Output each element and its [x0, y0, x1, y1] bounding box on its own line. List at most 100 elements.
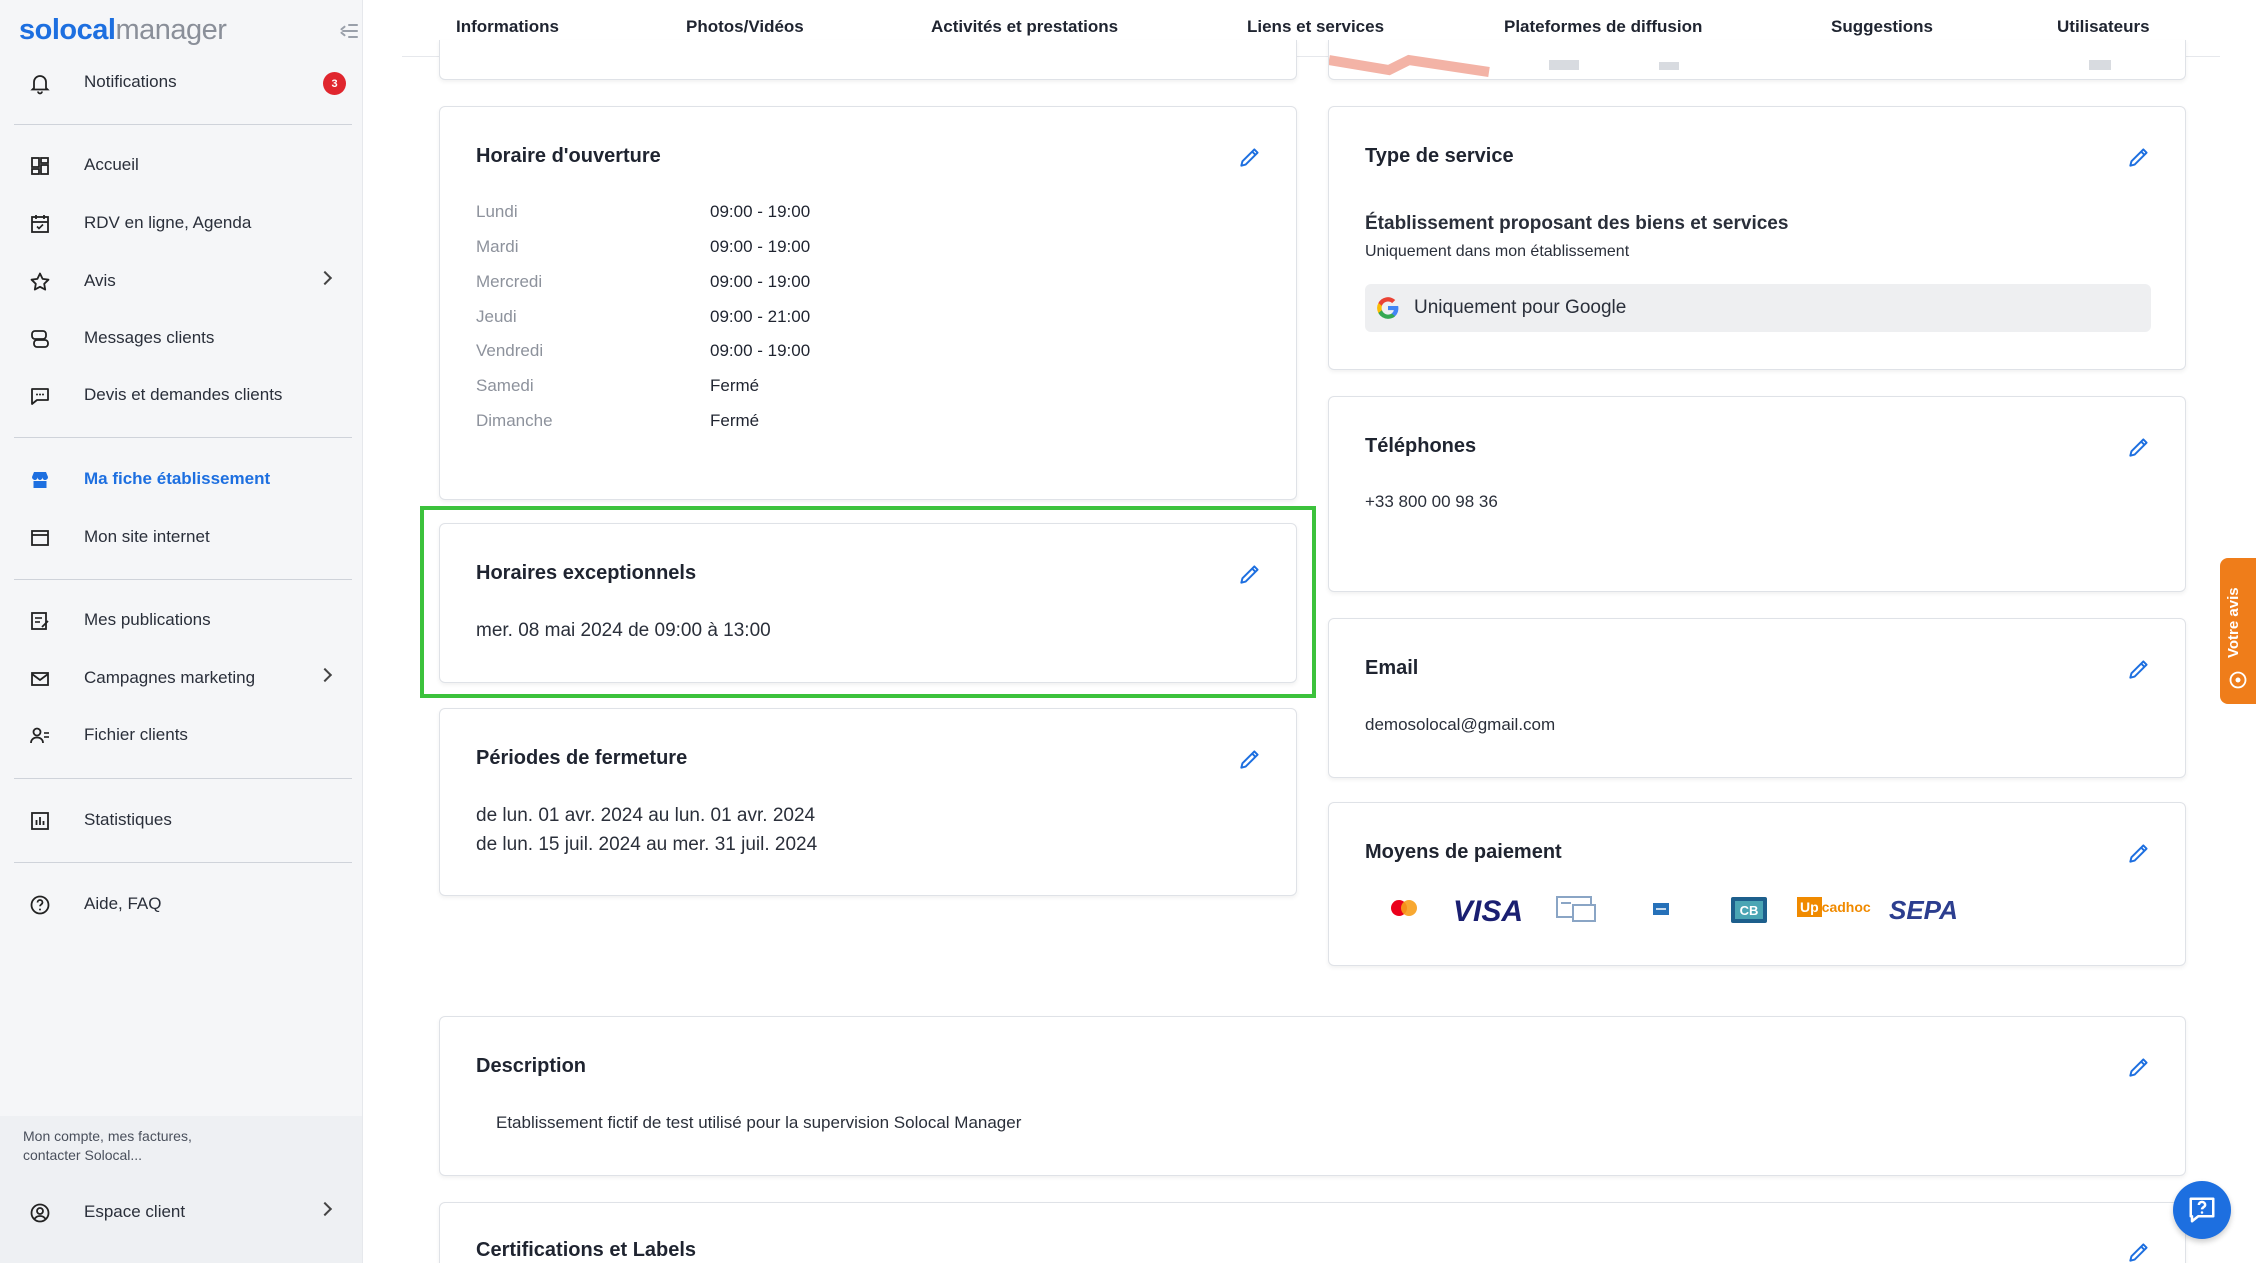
edit-pencil-icon[interactable] — [2126, 1054, 2152, 1080]
description-text: Etablissement fictif de test utilisé pou… — [496, 1113, 1022, 1132]
sidebar-item-messages[interactable]: Messages clients — [14, 316, 352, 360]
sidebar-item-aide[interactable]: Aide, FAQ — [14, 882, 352, 926]
email-title: Email — [1365, 657, 1419, 679]
card-above-left — [439, 40, 1297, 80]
day-label: Mardi — [476, 237, 519, 256]
publication-icon — [31, 612, 49, 630]
google-only-text: Uniquement pour Google — [1414, 297, 1627, 318]
description-title: Description — [476, 1055, 587, 1077]
day-hours: Fermé — [710, 376, 760, 395]
cadhoc-label: cadhoc — [1821, 899, 1871, 915]
tab-activites-prestations[interactable]: Activités et prestations — [931, 17, 1118, 37]
day-hours: 09:00 - 19:00 — [710, 272, 811, 291]
closing-periods-card: Périodes de fermeture de lun. 01 avr. 20… — [439, 708, 1297, 896]
edit-pencil-icon[interactable] — [2126, 144, 2152, 170]
closing-period-entry: de lun. 01 avr. 2024 au lun. 01 avr. 202… — [476, 805, 816, 826]
service-type-card: Type de service Établissement proposant … — [1328, 106, 2186, 370]
day-hours: 09:00 - 21:00 — [710, 307, 811, 326]
divider — [14, 778, 352, 779]
sidebar-item-ma-fiche[interactable]: Ma fiche établissement — [14, 457, 352, 501]
user-circle-icon — [30, 1203, 50, 1223]
description-card: Description Etablissement fictif de test… — [439, 1016, 2186, 1176]
payment-title: Moyens de paiement — [1365, 841, 1562, 863]
service-type-heading: Établissement proposant des biens et ser… — [1365, 213, 1789, 234]
cb-icon: CB — [1731, 897, 1767, 923]
opening-hours-card: Horaire d'ouverture Lundi 09:00 - 19:00 … — [439, 106, 1297, 500]
day-label: Mercredi — [476, 272, 543, 291]
edit-pencil-icon[interactable] — [1237, 144, 1263, 170]
sidebar-item-label: Espace client — [84, 1202, 186, 1221]
sidebar-item-label: Messages clients — [84, 328, 215, 347]
tab-plateformes-diffusion[interactable]: Plateformes de diffusion — [1504, 17, 1702, 37]
contacts-icon — [30, 727, 49, 744]
sidebar-item-label: Devis et demandes clients — [84, 385, 283, 404]
day-hours: 09:00 - 19:00 — [710, 202, 811, 221]
phones-title: Téléphones — [1365, 435, 1477, 457]
visa-icon: VISA — [1453, 895, 1524, 928]
highlight-box — [420, 506, 1316, 698]
star-icon — [30, 272, 50, 291]
cb-label: CB — [1740, 903, 1759, 918]
service-type-title: Type de service — [1365, 145, 1514, 167]
stats-icon — [31, 812, 49, 830]
payment-card: Moyens de paiement VISA CB Up cadhoc SEPA — [1328, 802, 2186, 966]
amex-icon — [1653, 903, 1669, 915]
divider — [14, 862, 352, 863]
website-icon — [31, 530, 49, 546]
email-card: Email demosolocal@gmail.com — [1328, 618, 2186, 778]
sidebar-item-avis[interactable]: Avis — [14, 259, 352, 303]
solocal-logo[interactable]: solocalmanager — [19, 14, 227, 47]
feedback-label: Votre avis — [2225, 587, 2242, 658]
service-type-sub: Uniquement dans mon établissement — [1365, 243, 1630, 260]
tab-informations[interactable]: Informations — [456, 17, 559, 37]
collapse-sidebar-icon[interactable] — [340, 24, 358, 40]
notification-count-badge: 3 — [323, 72, 346, 95]
sepa-icon: SEPA — [1889, 895, 1958, 925]
sidebar-item-publications[interactable]: Mes publications — [14, 598, 352, 642]
tab-suggestions[interactable]: Suggestions — [1831, 17, 1933, 37]
sidebar-item-site-internet[interactable]: Mon site internet — [14, 515, 352, 559]
calendar-icon — [31, 215, 49, 233]
edit-pencil-icon[interactable] — [2126, 840, 2152, 866]
day-label: Samedi — [476, 376, 534, 395]
sidebar-item-fichier-clients[interactable]: Fichier clients — [14, 713, 352, 757]
google-icon — [1377, 297, 1399, 319]
day-label: Vendredi — [476, 341, 544, 360]
sidebar-item-label: Accueil — [84, 155, 139, 174]
sidebar: solocalmanager Notifications 3 Accueil R… — [0, 0, 363, 1263]
help-chat-button[interactable] — [2173, 1181, 2231, 1239]
cheque-icon — [1556, 896, 1596, 922]
bell-icon — [30, 75, 50, 95]
edit-pencil-icon[interactable] — [2126, 656, 2152, 682]
day-label: Dimanche — [476, 411, 553, 430]
sidebar-item-statistiques[interactable]: Statistiques — [14, 798, 352, 842]
sidebar-item-espace-client[interactable]: Espace client — [14, 1190, 352, 1234]
tab-utilisateurs[interactable]: Utilisateurs — [2057, 17, 2150, 37]
divider — [14, 437, 352, 438]
certifications-card: Certifications et Labels — [439, 1202, 2186, 1263]
sidebar-item-label: Mon site internet — [84, 527, 210, 546]
sidebar-item-label: Campagnes marketing — [84, 668, 256, 687]
feedback-tab[interactable]: Votre avis — [2220, 558, 2256, 704]
sidebar-item-notifications[interactable]: Notifications 3 — [14, 60, 352, 104]
tab-photos-videos[interactable]: Photos/Vidéos — [686, 17, 804, 37]
map-strip-icon — [1329, 54, 2111, 77]
edit-pencil-icon[interactable] — [2126, 1239, 2152, 1263]
mastercard-icon — [1391, 900, 1417, 916]
phones-card: Téléphones +33 800 00 98 36 — [1328, 396, 2186, 592]
google-only-note: Uniquement pour Google — [1365, 284, 2151, 332]
mail-icon — [31, 672, 49, 686]
store-icon — [32, 472, 48, 488]
feedback-icon — [2229, 671, 2247, 689]
sidebar-item-campagnes[interactable]: Campagnes marketing — [14, 656, 352, 700]
sidebar-item-rdv[interactable]: RDV en ligne, Agenda — [14, 201, 352, 245]
sidebar-item-accueil[interactable]: Accueil — [14, 143, 352, 187]
help-icon — [30, 895, 50, 915]
edit-pencil-icon[interactable] — [2126, 434, 2152, 460]
edit-pencil-icon[interactable] — [1237, 746, 1263, 772]
chevron-right-icon — [317, 667, 333, 683]
sidebar-item-devis[interactable]: Devis et demandes clients — [14, 373, 352, 417]
tab-liens-services[interactable]: Liens et services — [1247, 17, 1384, 37]
email-address: demosolocal@gmail.com — [1365, 715, 1556, 734]
map-card-partial — [1328, 40, 2186, 80]
